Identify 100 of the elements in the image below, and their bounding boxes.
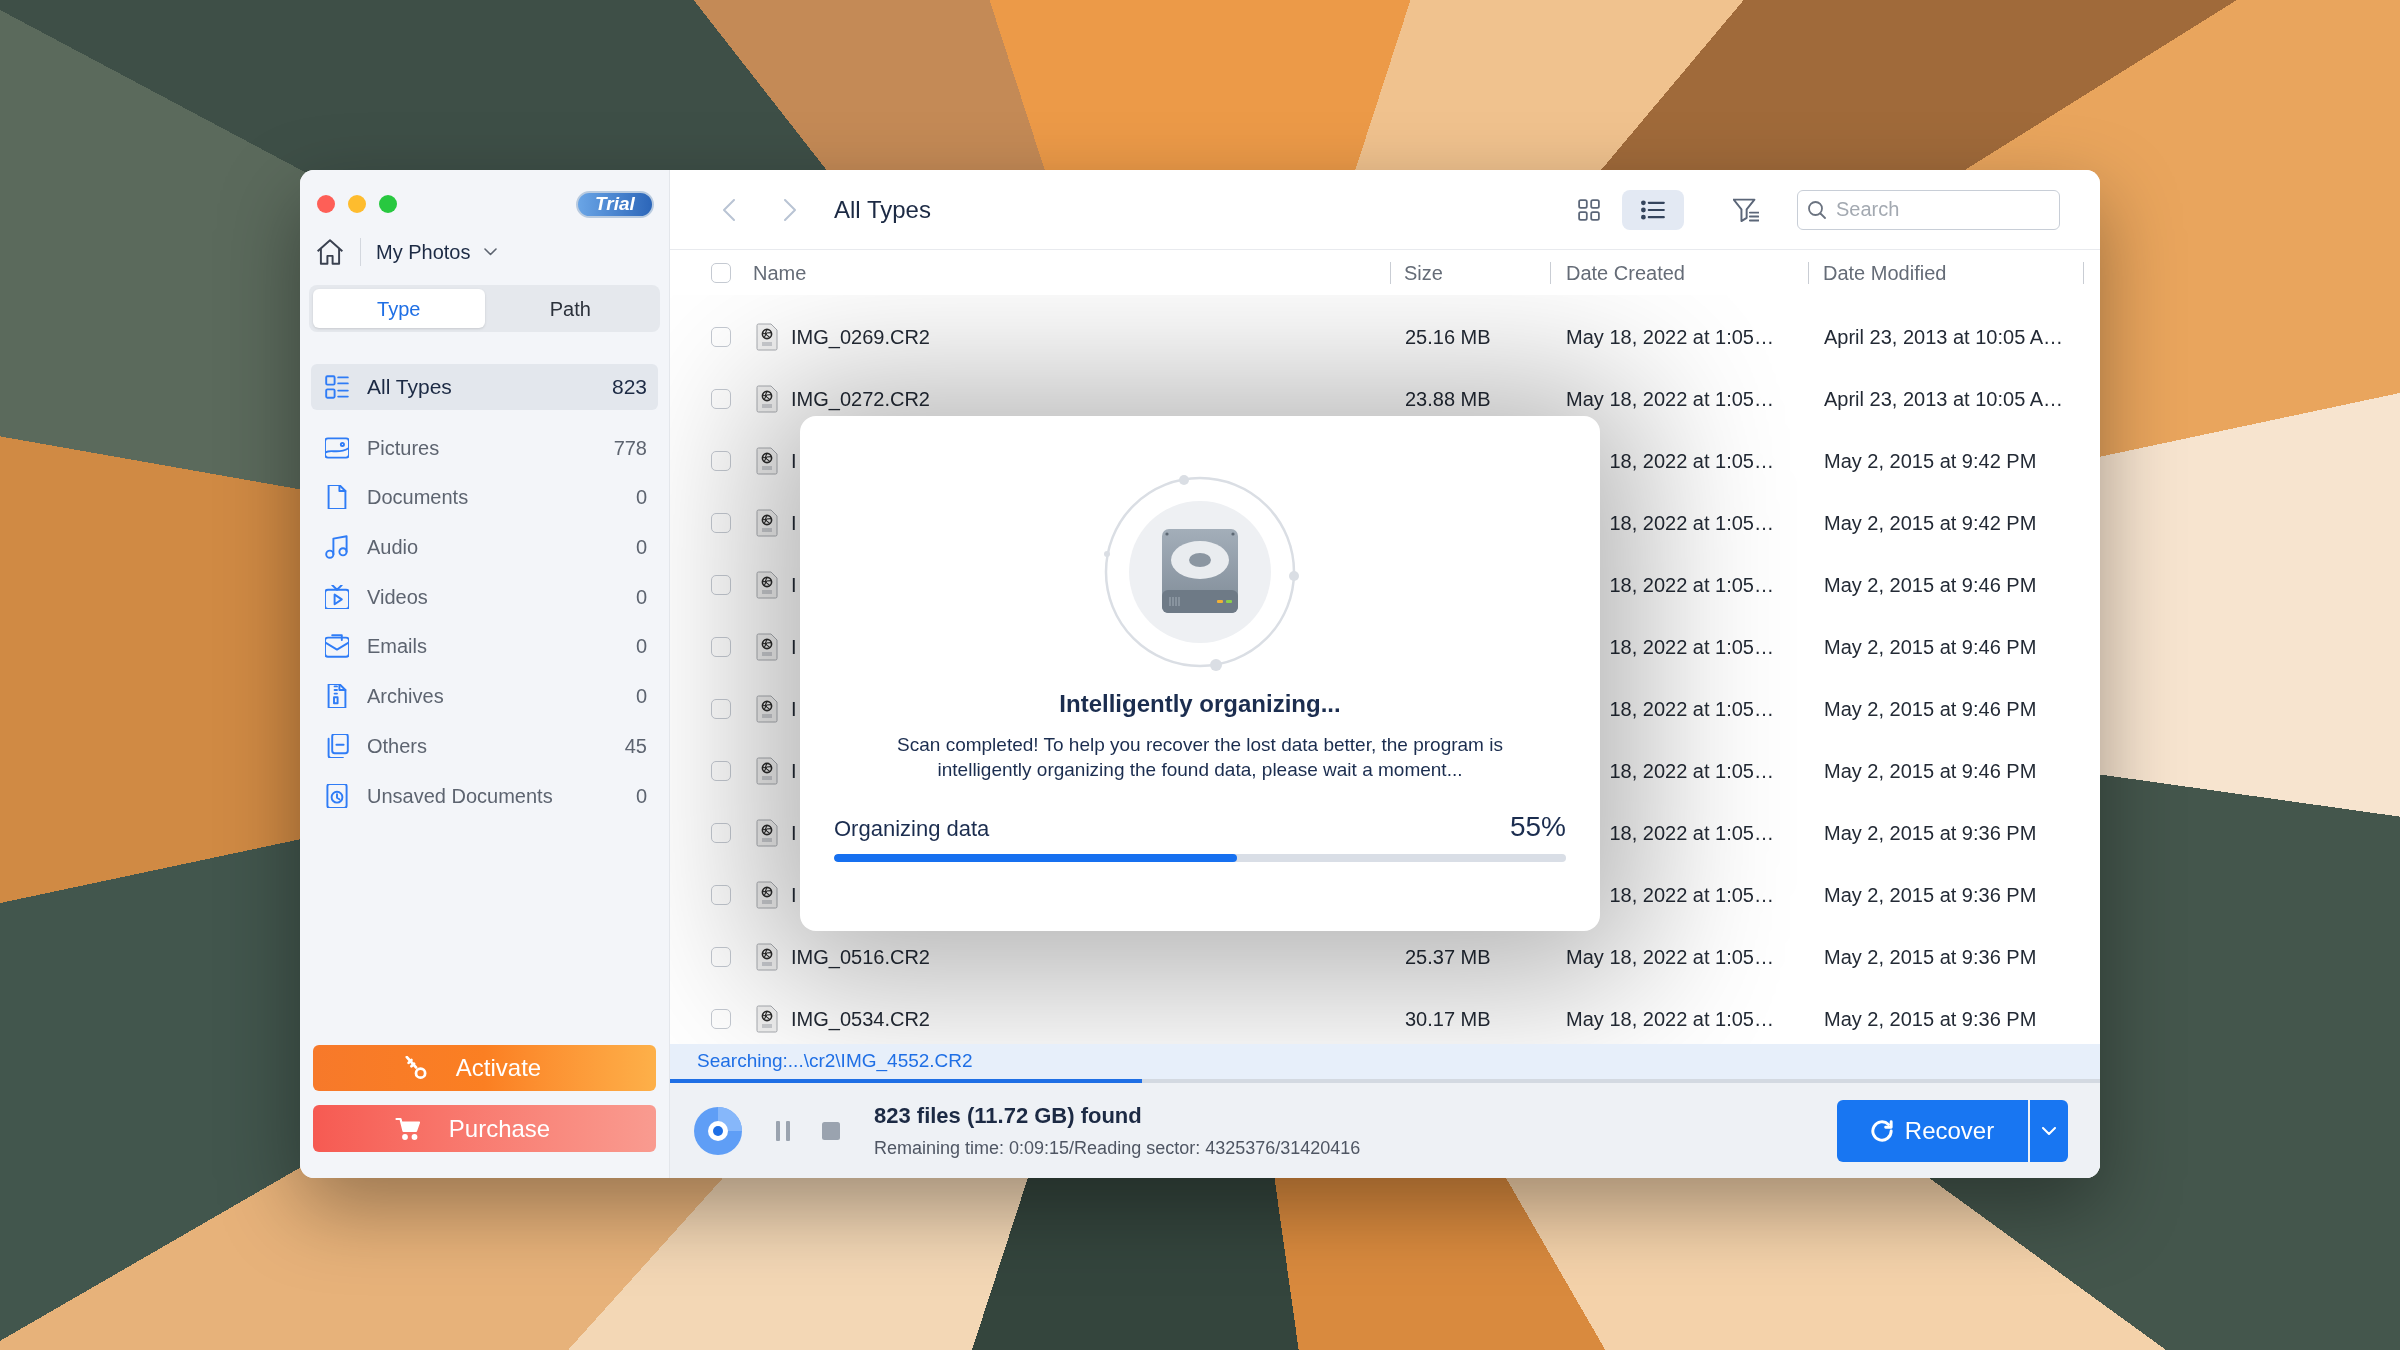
row-checkbox[interactable] (711, 327, 731, 347)
scan-detail: Remaining time: 0:09:15/Reading sector: 4325376/31420416 (874, 1136, 1361, 1159)
table-cell: May 2, 2015 at 9:42 PM (1824, 512, 2037, 534)
item-count: 0 (635, 584, 647, 610)
trial-badge: Trial (576, 190, 654, 218)
sidebar-item[interactable]: Emails 0 (311, 623, 658, 670)
list-view-button[interactable] (1622, 189, 1684, 230)
table-cell-text: I (791, 759, 797, 784)
table-cell: May 2, 2015 at 9:46 PM (1824, 636, 2037, 658)
video-icon (325, 584, 349, 609)
row-checkbox[interactable] (711, 885, 731, 905)
row-checkbox[interactable] (711, 389, 731, 409)
select-all-checkbox[interactable] (711, 262, 731, 283)
file-icon (756, 943, 778, 971)
table-cell-text: May 18, 2022 at 1:05… (1566, 325, 1774, 350)
table-cell-text: I (791, 635, 797, 660)
image-icon (325, 435, 349, 460)
scan-summary: 823 files (11.72 GB) found (874, 1102, 1143, 1129)
chevron-down-icon (2042, 1126, 2056, 1135)
sidebar-item[interactable]: All Types 823 (311, 364, 658, 410)
table-cell-text: May 18, 2022 at 1:05… (1566, 945, 1774, 970)
table-cell: May 2, 2015 at 9:46 PM (1824, 698, 2037, 720)
file-icon (756, 447, 778, 475)
music-note-icon (325, 535, 349, 560)
table-cell-text: I (791, 821, 797, 846)
page-title: All Types (834, 194, 931, 225)
sidebar-item[interactable]: Pictures 778 (311, 424, 658, 471)
table-cell-text: 18, 2022 at 1:05… (1609, 573, 1774, 598)
row-checkbox[interactable] (711, 451, 731, 471)
row-checkbox[interactable] (711, 513, 731, 533)
window-close-button[interactable] (317, 195, 335, 213)
file-icon (756, 1005, 778, 1033)
table-cell-text: I (791, 573, 797, 598)
cart-icon (394, 1116, 421, 1141)
envelope-icon (325, 634, 349, 659)
file-icon (756, 323, 778, 351)
column-header[interactable]: Date Modified (1823, 257, 1947, 288)
sidebar-item[interactable]: Unsaved Documents 0 (311, 772, 658, 819)
table-cell-text: I (791, 883, 797, 908)
table-cell-text: IMG_0516.CR2 (791, 945, 930, 971)
table-cell: May 2, 2015 at 9:42 PM (1824, 450, 2037, 472)
column-header[interactable]: Size (1404, 257, 1443, 288)
zip-file-icon (325, 684, 349, 709)
file-icon (756, 757, 778, 785)
row-checkbox[interactable] (711, 761, 731, 781)
window-zoom-button[interactable] (379, 195, 397, 213)
table-cell: May 2, 2015 at 9:36 PM (1824, 884, 2037, 906)
table-cell-text: May 18, 2022 at 1:05… (1566, 1007, 1774, 1032)
row-checkbox[interactable] (711, 1009, 731, 1029)
search-path: Searching:...\cr2\IMG_4552.CR2 (697, 1049, 973, 1074)
item-count: 0 (635, 783, 647, 809)
table-cell: 30.17 MB (1405, 1008, 1491, 1030)
sidebar-item[interactable]: Audio 0 (311, 524, 658, 571)
row-checkbox[interactable] (711, 947, 731, 967)
table-cell-text: 18, 2022 at 1:05… (1609, 511, 1774, 536)
sidebar-item[interactable]: Videos 0 (311, 573, 658, 620)
item-count: 778 (613, 435, 647, 461)
location-dropdown[interactable]: My Photos (376, 237, 498, 267)
chevron-left-icon (723, 198, 735, 221)
item-count: 0 (635, 634, 647, 660)
row-checkbox[interactable] (711, 699, 731, 719)
files-icon (325, 733, 349, 758)
pause-icon (776, 1120, 790, 1141)
grid-icon (1578, 198, 1600, 221)
view-tab[interactable]: Type (313, 289, 485, 328)
refresh-icon (1870, 1119, 1893, 1142)
chevron-right-icon (784, 198, 796, 221)
row-checkbox[interactable] (711, 575, 731, 595)
search-icon (1808, 200, 1826, 219)
sidebar-item[interactable]: Others 45 (311, 722, 658, 769)
key-icon (403, 1056, 428, 1080)
row-checkbox[interactable] (711, 823, 731, 843)
row-checkbox[interactable] (711, 637, 731, 657)
item-count: 45 (624, 733, 647, 759)
column-header[interactable]: Name (753, 257, 807, 288)
table-cell-text: 18, 2022 at 1:05… (1609, 697, 1774, 722)
document-icon (325, 485, 349, 510)
file-icon (756, 881, 778, 909)
view-tab[interactable]: Path (484, 289, 656, 328)
item-count: 0 (635, 485, 647, 511)
table-cell-text: May 18, 2022 at 1:05… (1566, 387, 1774, 412)
window-minimize-button[interactable] (348, 195, 366, 213)
file-icon (756, 633, 778, 661)
file-icon (756, 385, 778, 413)
recover-button[interactable]: Recover (1837, 1099, 2028, 1162)
table-cell: May 2, 2015 at 9:46 PM (1824, 760, 2037, 782)
table-cell-text: 18, 2022 at 1:05… (1609, 449, 1774, 474)
table-cell: 25.37 MB (1405, 946, 1491, 968)
recover-options-button[interactable] (2030, 1099, 2068, 1162)
home-button[interactable] (317, 239, 343, 265)
table-cell-text: I (791, 511, 797, 536)
progress-label: Organizing data (834, 815, 990, 843)
list-icon (325, 375, 349, 399)
sidebar-item[interactable]: Archives 0 (311, 673, 658, 720)
search-field[interactable]: Search (1797, 189, 2060, 230)
column-header[interactable]: Date Created (1566, 257, 1685, 288)
file-icon (756, 695, 778, 723)
sidebar-item[interactable]: Documents 0 (311, 474, 658, 521)
file-icon (756, 509, 778, 537)
item-count: 0 (635, 684, 647, 710)
